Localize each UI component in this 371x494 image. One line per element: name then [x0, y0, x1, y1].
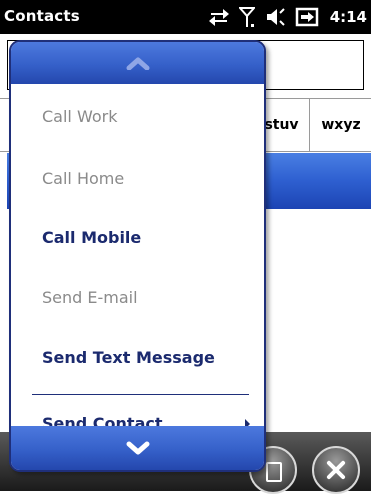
battery-charging-icon[interactable] — [295, 7, 319, 27]
context-menu: Call Work Call Home Call Mobile Send E-m… — [9, 40, 266, 472]
app-title: Contacts — [4, 7, 80, 25]
menu-item-call-mobile[interactable]: Call Mobile — [11, 218, 264, 258]
status-bar: Contacts 4:14 — [0, 0, 371, 34]
menu-item-call-home: Call Home — [42, 169, 125, 188]
close-icon[interactable] — [312, 446, 360, 494]
signal-strength-icon[interactable] — [238, 6, 255, 28]
menu-separator — [32, 394, 249, 395]
chevron-down-icon — [126, 441, 149, 455]
scroll-down-button[interactable] — [11, 426, 264, 470]
chevron-up-icon — [126, 57, 149, 70]
letter-tab-wxyz[interactable]: wxyz — [309, 99, 371, 151]
menu-item-call-work: Call Work — [42, 107, 118, 126]
menu-item-send-text-message[interactable]: Send Text Message — [11, 338, 264, 378]
speaker-volume-icon[interactable] — [264, 6, 286, 28]
scroll-up-button[interactable] — [11, 42, 264, 84]
status-icons: 4:14 — [208, 2, 367, 32]
clock-time[interactable]: 4:14 — [330, 8, 367, 26]
data-connection-icon[interactable] — [208, 7, 230, 27]
menu-item-send-email: Send E-mail — [42, 288, 138, 307]
